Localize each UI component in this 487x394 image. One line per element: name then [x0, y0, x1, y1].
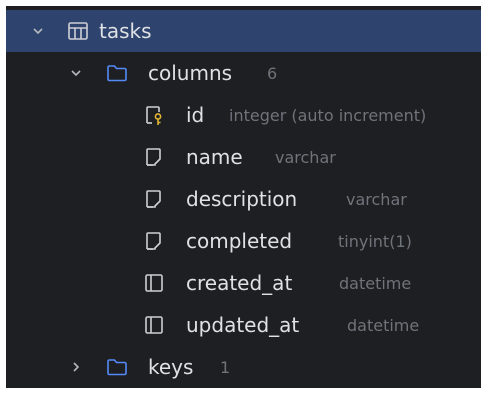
column-box-icon	[145, 274, 163, 292]
database-tree: tasks columns 6 id integer (auto increme…	[6, 6, 481, 388]
keys-folder-label: keys	[148, 355, 194, 379]
column-icon	[146, 232, 161, 250]
tree-node-table-tasks[interactable]: tasks	[6, 10, 481, 52]
primary-key-column-icon	[146, 106, 162, 125]
table-name: tasks	[99, 19, 152, 43]
folder-icon	[107, 359, 127, 376]
tree-node-column[interactable]: name varchar	[6, 136, 481, 178]
column-name: updated_at	[186, 313, 300, 337]
column-name: created_at	[186, 271, 293, 295]
column-name: name	[186, 145, 243, 169]
table-icon	[68, 22, 88, 40]
column-type: datetime	[347, 316, 420, 335]
columns-count: 6	[267, 64, 278, 83]
column-box-icon	[145, 316, 163, 334]
column-type: varchar	[346, 190, 407, 209]
tree-node-column[interactable]: id integer (auto increment)	[6, 94, 481, 136]
columns-folder-label: columns	[148, 61, 233, 85]
tree-node-column[interactable]: updated_at datetime	[6, 304, 481, 346]
tree-node-column[interactable]: description varchar	[6, 178, 481, 220]
column-type: varchar	[275, 148, 336, 167]
chevron-down-icon[interactable]	[32, 25, 44, 37]
keys-count: 1	[220, 358, 231, 377]
column-name: id	[186, 103, 205, 127]
column-type: integer (auto increment)	[229, 106, 427, 125]
chevron-down-icon[interactable]	[70, 67, 82, 79]
column-icon	[146, 148, 161, 166]
chevron-right-icon[interactable]	[70, 361, 82, 373]
column-name: description	[186, 187, 298, 211]
tree-node-columns-folder[interactable]: columns 6	[6, 52, 481, 94]
tree-node-column[interactable]: created_at datetime	[6, 262, 481, 304]
column-name: completed	[186, 229, 293, 253]
column-type: datetime	[339, 274, 412, 293]
column-type: tinyint(1)	[338, 232, 412, 251]
folder-icon	[107, 65, 127, 82]
column-icon	[146, 190, 161, 208]
tree-node-keys-folder[interactable]: keys 1	[6, 346, 481, 388]
tree-node-column[interactable]: completed tinyint(1)	[6, 220, 481, 262]
